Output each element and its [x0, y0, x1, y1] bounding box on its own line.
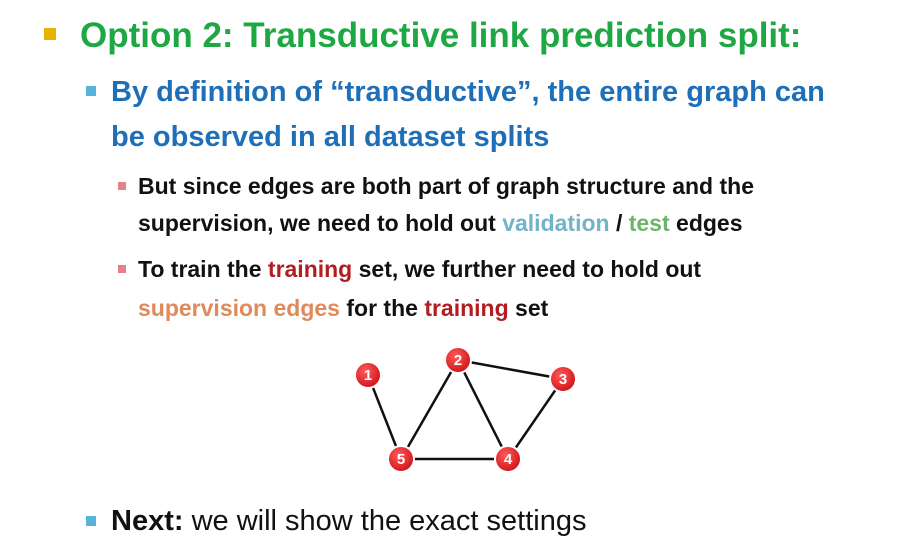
graph-node-2: 2: [444, 346, 472, 374]
point2-line1: To train the training set, we further ne…: [138, 251, 701, 287]
next-bullet: [86, 516, 96, 526]
point2-bullet: [118, 265, 126, 273]
graph-node-4: 4: [494, 445, 522, 473]
point1-line1: But since edges are both part of graph s…: [138, 168, 754, 204]
supervision-edges-keyword: supervision edges: [138, 295, 340, 321]
point2-text-line2-post: set: [508, 295, 549, 321]
point2-text-line1-pre: To train the: [138, 256, 268, 282]
graph-edge-2-4: [456, 359, 510, 460]
point2-text-line1-post: set, we further need to hold out: [352, 256, 702, 282]
graph-node-label-1: 1: [364, 367, 372, 384]
point1-text-line2-post: edges: [669, 210, 743, 236]
next-label: Next:: [111, 505, 184, 537]
graph-node-1: 1: [354, 361, 382, 389]
slash-separator: /: [609, 210, 629, 236]
sub-bullet: [86, 86, 96, 96]
graph-edge-2-3: [457, 358, 564, 381]
graph-edge-5-2: [399, 359, 460, 460]
graph-node-label-3: 3: [559, 371, 567, 388]
sub-point-line1: By definition of “transductive”, the ent…: [111, 70, 825, 114]
graph-edge-3-4: [506, 378, 565, 460]
point2-line2: supervision edges for the training set: [138, 290, 548, 326]
training-keyword-2: training: [424, 295, 509, 321]
heading-bullet: [44, 28, 56, 40]
graph-diagram: 1 2 3 4 5: [354, 346, 577, 473]
slide-heading: Option 2: Transductive link prediction s…: [80, 16, 801, 56]
graph-node-3: 3: [549, 365, 577, 393]
next-line: Next: we will show the exact settings: [111, 501, 586, 541]
graph-node-label-4: 4: [504, 451, 513, 468]
sub-text-line2: be observed in all dataset splits: [111, 121, 550, 153]
graph-edges: [366, 358, 565, 461]
graph-node-label-5: 5: [397, 451, 405, 468]
sub-point-line2: be observed in all dataset splits: [111, 115, 549, 159]
training-keyword: training: [267, 256, 353, 282]
point1-text-line1: But since edges are both part of graph s…: [138, 173, 754, 199]
point2-text-line2-mid: for the: [339, 295, 425, 321]
graph-node-5: 5: [387, 445, 415, 473]
point1-bullet: [118, 182, 126, 190]
sub-text-line1: By definition of “transductive”, the ent…: [111, 76, 825, 108]
validation-keyword: validation: [502, 210, 610, 236]
test-keyword: test: [628, 210, 670, 236]
heading-text: Option 2: Transductive link prediction s…: [80, 16, 802, 55]
point1-text-line2-pre: supervision, we need to hold out: [138, 210, 503, 236]
graph-node-label-2: 2: [454, 352, 462, 369]
next-text: we will show the exact settings: [183, 505, 587, 537]
point1-line2: supervision, we need to hold out validat…: [138, 205, 743, 241]
